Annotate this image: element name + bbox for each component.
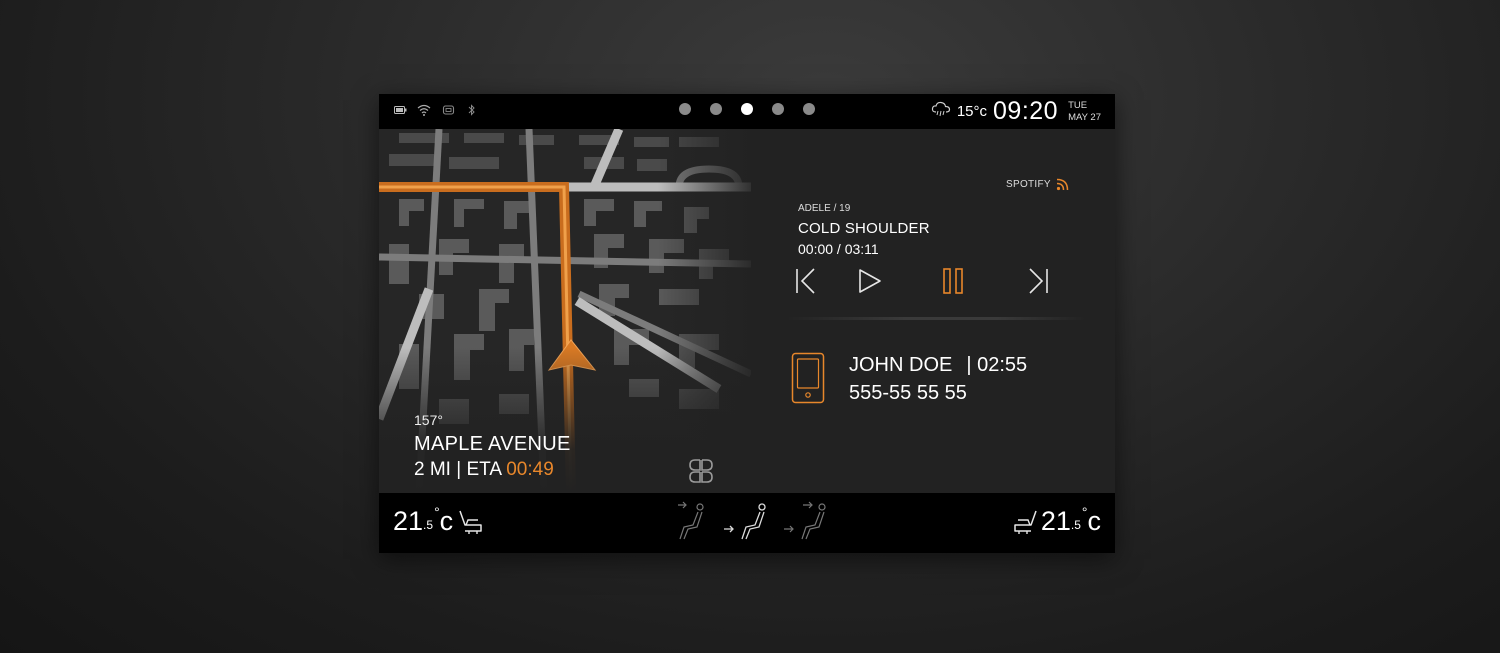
wifi-icon <box>417 103 431 117</box>
screen-mirror-icon <box>441 103 455 117</box>
eta-time: 00:49 <box>506 459 554 480</box>
play-icon <box>859 269 881 293</box>
seat-heat-left-icon[interactable] <box>457 509 485 535</box>
face-airflow-icon[interactable] <box>674 501 714 541</box>
page-dot-2[interactable] <box>710 103 722 115</box>
pause-button[interactable] <box>939 265 969 297</box>
outside-temperature: 15°c <box>956 103 988 120</box>
driver-temp-unit: c <box>439 506 454 536</box>
caller-number: 555-55 55 55 <box>849 382 967 404</box>
previous-icon <box>796 268 815 294</box>
track-time: 00:00 / 03:11 <box>798 241 879 257</box>
navigation-info: 157° MAPLE AVENUE 2 MI | ETA 00:49 <box>414 412 571 481</box>
compass-heading: 157° <box>414 412 443 428</box>
rss-feed-icon[interactable] <box>1056 177 1070 191</box>
feet-airflow-icon[interactable] <box>781 501 826 541</box>
track-title: COLD SHOULDER <box>798 220 930 237</box>
caller-name: JOHN DOE <box>849 354 953 376</box>
status-right: 15°c 09:20 TUE MAY 27 <box>931 97 1101 126</box>
passenger-temperature[interactable]: 21.5 ° c <box>1040 504 1102 537</box>
system-icons <box>393 103 479 117</box>
next-icon <box>1029 268 1048 294</box>
caller-line: JOHN DOE | 02:55 <box>849 354 1027 377</box>
distance-label: 2 MI | ETA <box>414 459 507 480</box>
artist-album: ADELE / 19 <box>798 203 851 214</box>
cloud-rain-icon <box>931 101 951 122</box>
page-dot-3-active[interactable] <box>741 103 753 115</box>
play-button[interactable] <box>854 265 884 297</box>
bluetooth-icon <box>465 103 479 117</box>
passenger-temp-fraction: .5 <box>1070 518 1081 532</box>
date-label: MAY 27 <box>1068 111 1101 123</box>
driver-temp-whole: 21 <box>393 506 424 536</box>
driver-temperature[interactable]: 21.5 ° c <box>393 504 454 537</box>
media-source[interactable]: SPOTIFY <box>1006 179 1051 190</box>
next-button[interactable] <box>1023 265 1053 297</box>
active-call[interactable]: JOHN DOE | 02:55 555-55 55 55 <box>751 334 1115 424</box>
page-indicator <box>679 103 815 115</box>
media-player: SPOTIFY ADELE / 19 COLD SHOULDER 00:00 /… <box>751 129 1115 320</box>
battery-icon <box>393 103 407 117</box>
infotainment-screen: 15°c 09:20 TUE MAY 27 157° MAPLE AVENUE … <box>379 94 1115 553</box>
distance-eta: 2 MI | ETA 00:49 <box>414 459 571 481</box>
app-logo-icon[interactable] <box>688 458 714 484</box>
media-divider <box>786 317 1086 320</box>
phone-icon <box>791 352 825 404</box>
street-name: MAPLE AVENUE <box>414 433 571 455</box>
page-dot-4[interactable] <box>772 103 784 115</box>
call-duration: | 02:55 <box>966 354 1028 376</box>
status-bar: 15°c 09:20 TUE MAY 27 <box>379 94 1115 129</box>
previous-button[interactable] <box>791 265 821 297</box>
climate-bar: 21.5 ° c 21.5 ° c <box>379 493 1115 553</box>
page-dot-1[interactable] <box>679 103 691 115</box>
clock: 09:20 <box>993 97 1059 125</box>
passenger-temp-unit: c <box>1087 506 1102 536</box>
day-label: TUE <box>1068 99 1088 111</box>
pause-icon <box>943 268 963 294</box>
page-dot-5[interactable] <box>803 103 815 115</box>
passenger-temp-whole: 21 <box>1040 506 1071 536</box>
seat-heat-right-icon[interactable] <box>1011 509 1039 535</box>
driver-temp-fraction: .5 <box>423 518 434 532</box>
date: TUE MAY 27 <box>1068 100 1101 124</box>
face-feet-airflow-icon[interactable] <box>721 501 766 541</box>
